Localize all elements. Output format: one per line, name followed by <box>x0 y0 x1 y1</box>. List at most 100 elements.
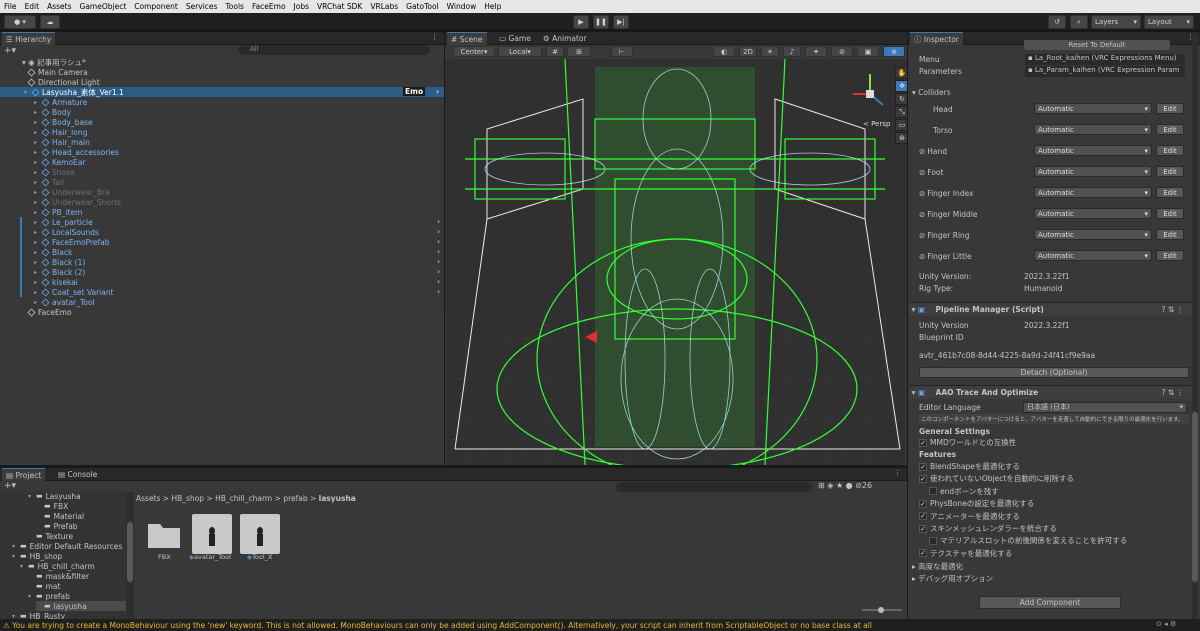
more-icon[interactable]: ⋮ <box>431 33 438 41</box>
feature-row[interactable]: ✓ 使われていないObjectを自動的に削除する <box>919 473 1074 484</box>
transform-tool-icon[interactable]: ⊛ <box>895 132 907 144</box>
search-icon[interactable]: ⌕ <box>1070 15 1088 29</box>
component-menu-icon[interactable]: ? ⇅ ⋮ <box>1161 305 1184 314</box>
parameters-object-field[interactable]: ▪ La_Param_kaihen (VRC Expression Param <box>1025 65 1185 77</box>
collider-edit-button[interactable]: Edit <box>1156 229 1184 240</box>
menu-item-tools[interactable]: Tools <box>221 2 247 11</box>
scrollbar-thumb[interactable] <box>1192 412 1198 582</box>
checkbox[interactable]: ✓ <box>919 438 927 447</box>
gizmos-icon[interactable]: ⊕ <box>883 46 905 57</box>
colliders-foldout[interactable]: ▾ Colliders <box>912 84 1182 100</box>
hierarchy-row[interactable]: ▸ Hair_main <box>34 137 90 147</box>
pipeline-manager-header[interactable]: ▾ ▣ Pipeline Manager (Script)? ⇅ ⋮ <box>909 302 1192 316</box>
expand-arrow-icon[interactable]: ▾ <box>12 553 20 560</box>
menu-item-jobs[interactable]: Jobs <box>290 2 313 11</box>
menu-item-gatotool[interactable]: GatoTool <box>402 2 443 11</box>
hierarchy-row[interactable]: ▸ Armature <box>34 97 87 107</box>
project-tree-item[interactable]: ▬ Texture <box>28 531 73 541</box>
tab-game[interactable]: ▭ Game <box>495 32 535 45</box>
collider-dropdown[interactable]: Automatic <box>1034 124 1152 135</box>
collider-edit-button[interactable]: Edit <box>1156 166 1184 177</box>
language-dropdown[interactable]: 日本語 (日本) ▾ <box>1023 401 1187 413</box>
pause-button[interactable]: ❚❚ <box>593 15 609 29</box>
status-icons[interactable]: ⊙ ◂ ⚙ <box>1156 620 1176 628</box>
debug-foldout[interactable]: ▸ デバッグ用オプション <box>912 573 993 584</box>
feature-row[interactable]: ✓ テクスチャを最適化する <box>919 548 1012 559</box>
collider-dropdown[interactable]: Automatic <box>1034 250 1152 261</box>
hierarchy-row[interactable]: ▸ KemoEar <box>34 157 85 167</box>
checkbox[interactable]: ✓ <box>919 462 927 471</box>
hierarchy-row[interactable]: ▸ Le_particle <box>34 217 93 227</box>
inspector-scrollbar[interactable] <box>1192 34 1198 619</box>
layout-dropdown[interactable]: Layout ▾ <box>1144 15 1194 29</box>
shading-icon[interactable]: ◐ <box>713 46 735 57</box>
play-button[interactable]: ▶ <box>573 15 589 29</box>
checkbox[interactable] <box>929 536 937 545</box>
scrollbar-thumb[interactable] <box>127 522 133 582</box>
expand-arrow-icon[interactable]: ▾ <box>28 493 36 500</box>
collider-edit-button[interactable]: Edit <box>1156 250 1184 261</box>
project-search-input[interactable] <box>616 482 812 492</box>
checkbox[interactable]: ✓ <box>919 474 927 483</box>
hierarchy-row[interactable]: Main Camera <box>27 67 88 77</box>
detach-button[interactable]: Detach (Optional) <box>919 367 1189 378</box>
menu-item-faceemo[interactable]: FaceEmo <box>248 2 290 11</box>
breadcrumb-item[interactable]: HB_shop <box>171 494 204 503</box>
expand-arrow-icon[interactable]: ▾ <box>28 593 36 600</box>
rotate-tool-icon[interactable]: ↻ <box>895 93 907 105</box>
slider-thumb[interactable] <box>878 607 884 613</box>
cloud-icon[interactable]: ☁ <box>40 15 60 29</box>
expand-arrow-icon[interactable]: ▾ <box>12 543 20 550</box>
collider-edit-button[interactable]: Edit <box>1156 103 1184 114</box>
breadcrumb-item[interactable]: Assets <box>136 494 160 503</box>
collider-edit-button[interactable]: Edit <box>1156 145 1184 156</box>
hierarchy-row[interactable]: ▸ LocalSounds <box>34 227 99 237</box>
hierarchy-row[interactable]: ▸ Hair_long <box>34 127 87 137</box>
checkbox[interactable]: ✓ <box>919 512 927 521</box>
menu-item-services[interactable]: Services <box>182 2 222 11</box>
hierarchy-row[interactable]: ▸ Tail <box>34 177 64 187</box>
layers-dropdown[interactable]: Layers ▾ <box>1091 15 1141 29</box>
persp-label[interactable]: < Persp <box>863 120 890 128</box>
collider-dropdown[interactable]: Automatic <box>1034 229 1152 240</box>
hierarchy-row[interactable]: ▸ Black (1) <box>34 257 85 267</box>
hand-tool-icon[interactable]: ✋ <box>895 67 907 79</box>
hierarchy-row[interactable]: ▸ Underwear_Shorts <box>34 197 121 207</box>
history-icon[interactable]: ↺ <box>1048 15 1066 29</box>
aao-header[interactable]: ▾ ▣ AAO Trace And Optimize? ⇅ ⋮ <box>909 385 1192 399</box>
ruler-icon[interactable]: ⊢ <box>611 46 633 57</box>
hierarchy-row[interactable]: ▸ kisekai <box>34 277 78 287</box>
project-tree-item[interactable]: ▾ ▬ HB_Rusty <box>12 611 65 620</box>
chevron-right-icon[interactable]: › <box>437 237 440 246</box>
breadcrumb-item[interactable]: lasyusha <box>319 494 356 503</box>
collider-dropdown[interactable]: Automatic <box>1034 145 1152 156</box>
reset-to-default-button[interactable]: Reset To Default <box>1024 40 1170 50</box>
visibility-icon[interactable]: ⊘ <box>831 46 853 57</box>
collider-edit-button[interactable]: Edit <box>1156 187 1184 198</box>
breadcrumb-item[interactable]: HB_chill_charm <box>215 494 272 503</box>
add-icon[interactable]: +▾ <box>4 481 16 491</box>
effects-icon[interactable]: ✦ <box>805 46 827 57</box>
expand-arrow-icon[interactable]: ▾ <box>20 563 28 570</box>
orientation-gizmo[interactable] <box>845 69 895 119</box>
project-tree-item[interactable]: ▬ mat <box>28 581 60 591</box>
menu-item-vrchat-sdk[interactable]: VRChat SDK <box>313 2 366 11</box>
account-button[interactable]: ● ▾ <box>4 15 36 29</box>
collider-edit-button[interactable]: Edit <box>1156 208 1184 219</box>
audio-icon[interactable]: ♪ <box>783 46 801 57</box>
chevron-right-icon[interactable]: › <box>437 247 440 256</box>
chevron-right-icon[interactable]: › <box>437 257 440 266</box>
feature-row[interactable]: ✓ PhysBoneの設定を最適化する <box>919 498 1034 509</box>
chevron-right-icon[interactable]: › <box>437 267 440 276</box>
status-bar[interactable]: ⚠ You are trying to create a MonoBehavio… <box>0 619 1200 631</box>
project-tree-item[interactable]: ▾ ▬ HB_shop <box>12 551 62 561</box>
tab-project[interactable]: ▤ Project <box>2 468 46 481</box>
scene-viewport[interactable]: ✋ ✥ ↻ ⤡ ▭ ⊛ < Persp <box>445 59 907 465</box>
project-tree-item[interactable]: ▬ lasyusha <box>36 601 126 611</box>
breadcrumb-item[interactable]: prefab <box>283 494 307 503</box>
hierarchy-search-input[interactable]: All <box>238 45 430 55</box>
menu-item-component[interactable]: Component <box>130 2 182 11</box>
tab-animator[interactable]: ⚙ Animator <box>539 32 591 45</box>
hierarchy-row[interactable]: ▾ Lasyusha_素体_Ver1.1 Emo › <box>0 87 444 97</box>
project-tree-item[interactable]: ▬ Material <box>36 511 84 521</box>
